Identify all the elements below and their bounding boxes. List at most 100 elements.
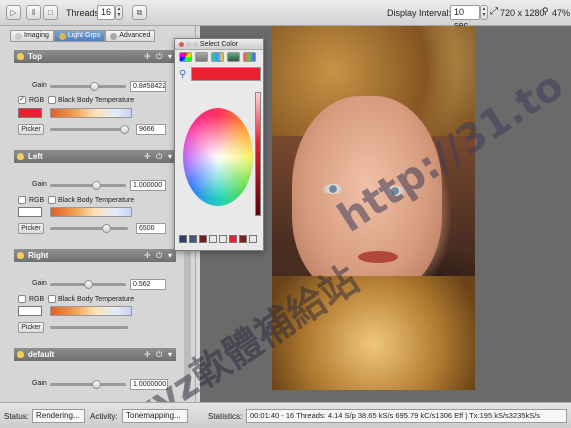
temperature-gradient — [50, 306, 132, 316]
rgb-checkbox[interactable] — [18, 295, 26, 303]
chevron-down-icon[interactable]: ▾ — [168, 50, 172, 63]
bbt-label: Black Body Temperature — [58, 296, 135, 303]
bbt-checkbox[interactable] — [48, 196, 56, 204]
gain-field[interactable]: 1.000000 — [130, 180, 166, 191]
temperature-field[interactable]: 6500 — [136, 223, 166, 234]
color-swatch[interactable] — [18, 207, 42, 217]
color-swatch[interactable] — [18, 108, 42, 118]
rgb-label: RGB — [29, 97, 45, 104]
crayons-mode-icon[interactable] — [243, 52, 256, 62]
chevron-down-icon[interactable]: ▾ — [168, 150, 172, 163]
fit-icon[interactable]: ⤢ — [490, 6, 498, 17]
zoom-label: 47% — [552, 8, 571, 18]
bbt-checkbox[interactable] — [48, 96, 56, 104]
play-button[interactable]: ▷ — [6, 5, 21, 20]
gain-slider-knob[interactable] — [92, 181, 101, 190]
magnifier-icon[interactable]: ⚲ — [179, 69, 186, 80]
color-mode-tabs — [179, 52, 261, 63]
temperature-slider[interactable] — [50, 227, 128, 230]
temperature-slider-knob[interactable] — [102, 224, 111, 233]
zoom-icon[interactable] — [193, 42, 198, 47]
chevron-down-icon[interactable]: ▾ — [168, 249, 172, 262]
copy-icon[interactable]: ⧉ — [132, 5, 147, 20]
gain-slider[interactable] — [50, 184, 126, 187]
gain-label: Gain — [32, 82, 47, 89]
sliders-mode-icon[interactable] — [195, 52, 208, 62]
gain-slider-knob[interactable] — [84, 280, 93, 289]
gear-icon — [110, 32, 118, 40]
tab-advanced[interactable]: Advanced — [105, 30, 156, 42]
add-icon[interactable]: ✛ — [144, 50, 151, 63]
bbt-label: Black Body Temperature — [58, 197, 135, 204]
gain-slider-knob[interactable] — [90, 82, 99, 91]
add-icon[interactable]: ✛ — [144, 150, 151, 163]
add-icon[interactable]: ✛ — [144, 348, 151, 361]
gain-field[interactable]: 0.562 — [130, 279, 166, 290]
color-wheel[interactable] — [183, 108, 253, 206]
display-interval-stepper[interactable]: ▲ ▼ — [480, 5, 488, 20]
bulb-icon — [58, 32, 66, 40]
rgb-checkbox[interactable]: ✓ — [18, 96, 26, 104]
bbt-checkbox[interactable] — [48, 295, 56, 303]
palette-mode-icon[interactable] — [211, 52, 224, 62]
swatch[interactable] — [179, 235, 187, 243]
tab-light-groups[interactable]: Light Grps — [53, 30, 106, 42]
temperature-slider-knob[interactable] — [120, 125, 129, 134]
zoom-icon[interactable]: ⚲ — [542, 6, 549, 17]
gain-slider[interactable] — [50, 383, 126, 386]
power-icon[interactable]: ⏻ — [156, 50, 162, 63]
threads-stepper[interactable]: ▲ ▼ — [115, 5, 123, 20]
temperature-gradient — [50, 108, 132, 118]
group-header-top[interactable]: Top ✛ ⏻ ▾ — [14, 50, 176, 63]
gain-label: Gain — [32, 181, 47, 188]
power-icon[interactable]: ⏻ — [156, 249, 162, 262]
activity-label: Activity: — [90, 412, 118, 421]
add-icon[interactable]: ✛ — [144, 249, 151, 262]
saved-swatches — [179, 235, 261, 243]
swatch[interactable] — [189, 235, 197, 243]
selected-color-bar — [191, 67, 261, 81]
swatch[interactable] — [199, 235, 207, 243]
picker-button[interactable]: Picker — [18, 124, 44, 135]
select-color-dialog: Select Color ⚲ — [174, 38, 264, 251]
tab-imaging-label: Imaging — [24, 32, 49, 39]
tab-advanced-label: Advanced — [119, 32, 151, 39]
power-icon[interactable]: ⏻ — [156, 150, 162, 163]
temperature-slider[interactable] — [50, 128, 128, 131]
temperature-slider[interactable] — [50, 326, 128, 329]
group-name: Right — [28, 251, 49, 260]
swatch[interactable] — [239, 235, 247, 243]
status-bar: Status: Rendering... Activity: Tonemappi… — [0, 402, 571, 428]
picker-button[interactable]: Picker — [18, 322, 44, 333]
color-swatch[interactable] — [18, 306, 42, 316]
group-header-left[interactable]: Left ✛ ⏻ ▾ — [14, 150, 176, 163]
gain-label: Gain — [32, 280, 47, 287]
minimize-icon[interactable] — [186, 42, 191, 47]
power-icon[interactable]: ⏻ — [156, 348, 162, 361]
bulb-icon — [17, 53, 24, 60]
picker-button[interactable]: Picker — [18, 223, 44, 234]
group-header-default[interactable]: default ✛ ⏻ ▾ — [14, 348, 176, 361]
brightness-slider[interactable] — [255, 92, 261, 216]
rgb-checkbox[interactable] — [18, 196, 26, 204]
gain-slider[interactable] — [50, 85, 126, 88]
stop-button[interactable]: □ — [43, 5, 58, 20]
temperature-field[interactable]: 9666 — [136, 124, 166, 135]
toolbar: ▷ ǁ □ Threads: 16 ▲ ▼ ⧉ Display Interval:… — [0, 0, 571, 30]
pause-button[interactable]: ǁ — [26, 5, 41, 20]
swatch[interactable] — [209, 235, 217, 243]
close-icon[interactable] — [179, 42, 184, 47]
image-mode-icon[interactable] — [227, 52, 240, 62]
gain-slider-knob[interactable] — [92, 380, 101, 389]
display-interval-field[interactable]: 10 sec — [450, 5, 480, 30]
group-name: Top — [28, 52, 43, 61]
group-header-right[interactable]: Right ✛ ⏻ ▾ — [14, 249, 176, 262]
tab-imaging[interactable]: Imaging — [10, 30, 54, 42]
swatch[interactable] — [229, 235, 237, 243]
group-name: Left — [28, 152, 43, 161]
gain-field[interactable]: 0.8#58422 — [130, 81, 166, 92]
swatch[interactable] — [249, 235, 257, 243]
color-wheel-mode-icon[interactable] — [179, 52, 192, 62]
threads-field[interactable]: 16 — [97, 5, 115, 20]
swatch[interactable] — [219, 235, 227, 243]
